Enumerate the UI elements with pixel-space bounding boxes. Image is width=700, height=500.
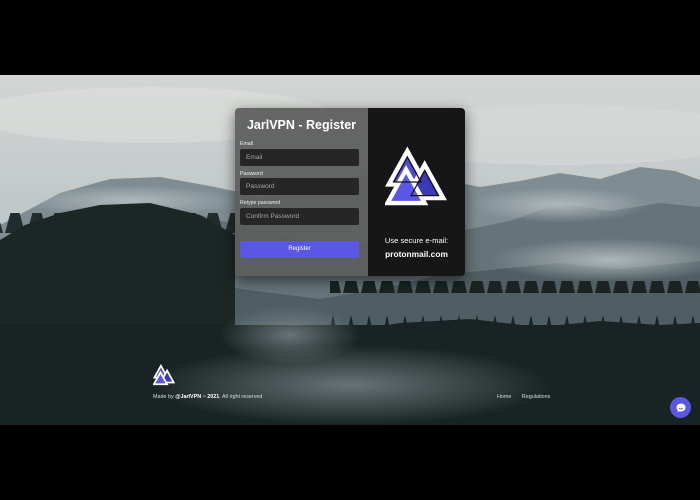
retype-password-label: Retype password	[240, 200, 281, 206]
footer-copyright: Made by @JarlVPN ~ 2021. All right reser…	[153, 394, 262, 400]
register-card: JarlVPN - Register Email Password Retype…	[235, 108, 465, 276]
footer-rights: . All right reserved	[219, 394, 263, 400]
footer-author: @JarlVPN	[175, 394, 202, 400]
retype-password-field[interactable]	[240, 207, 359, 225]
valknut-logo-icon[interactable]	[153, 364, 175, 386]
footer-link-home[interactable]: Home	[497, 394, 511, 400]
promo-panel: Use secure e-mail: protonmail.com	[368, 108, 465, 276]
footer-year: ~ 2021	[202, 394, 220, 400]
email-field[interactable]	[240, 148, 359, 166]
footer-links: Home Regulations	[497, 394, 550, 400]
register-form-panel: JarlVPN - Register Email Password Retype…	[235, 108, 368, 276]
form-title: JarlVPN - Register	[246, 118, 357, 132]
register-button[interactable]: Register	[240, 240, 359, 258]
chat-button[interactable]	[670, 397, 691, 418]
footer-made-by: Made by	[153, 394, 174, 400]
email-label: Email	[240, 141, 253, 147]
promo-line-2: protonmail.com	[385, 249, 448, 259]
password-field[interactable]	[240, 178, 359, 195]
footer-link-regulations[interactable]: Regulations	[522, 394, 550, 400]
page-stage: JarlVPN - Register Email Password Retype…	[0, 75, 700, 425]
valknut-logo-icon	[385, 146, 447, 206]
chat-bubble-icon	[676, 403, 685, 412]
promo-line-1: Use secure e-mail:	[384, 236, 449, 245]
password-label: Password	[240, 170, 263, 177]
